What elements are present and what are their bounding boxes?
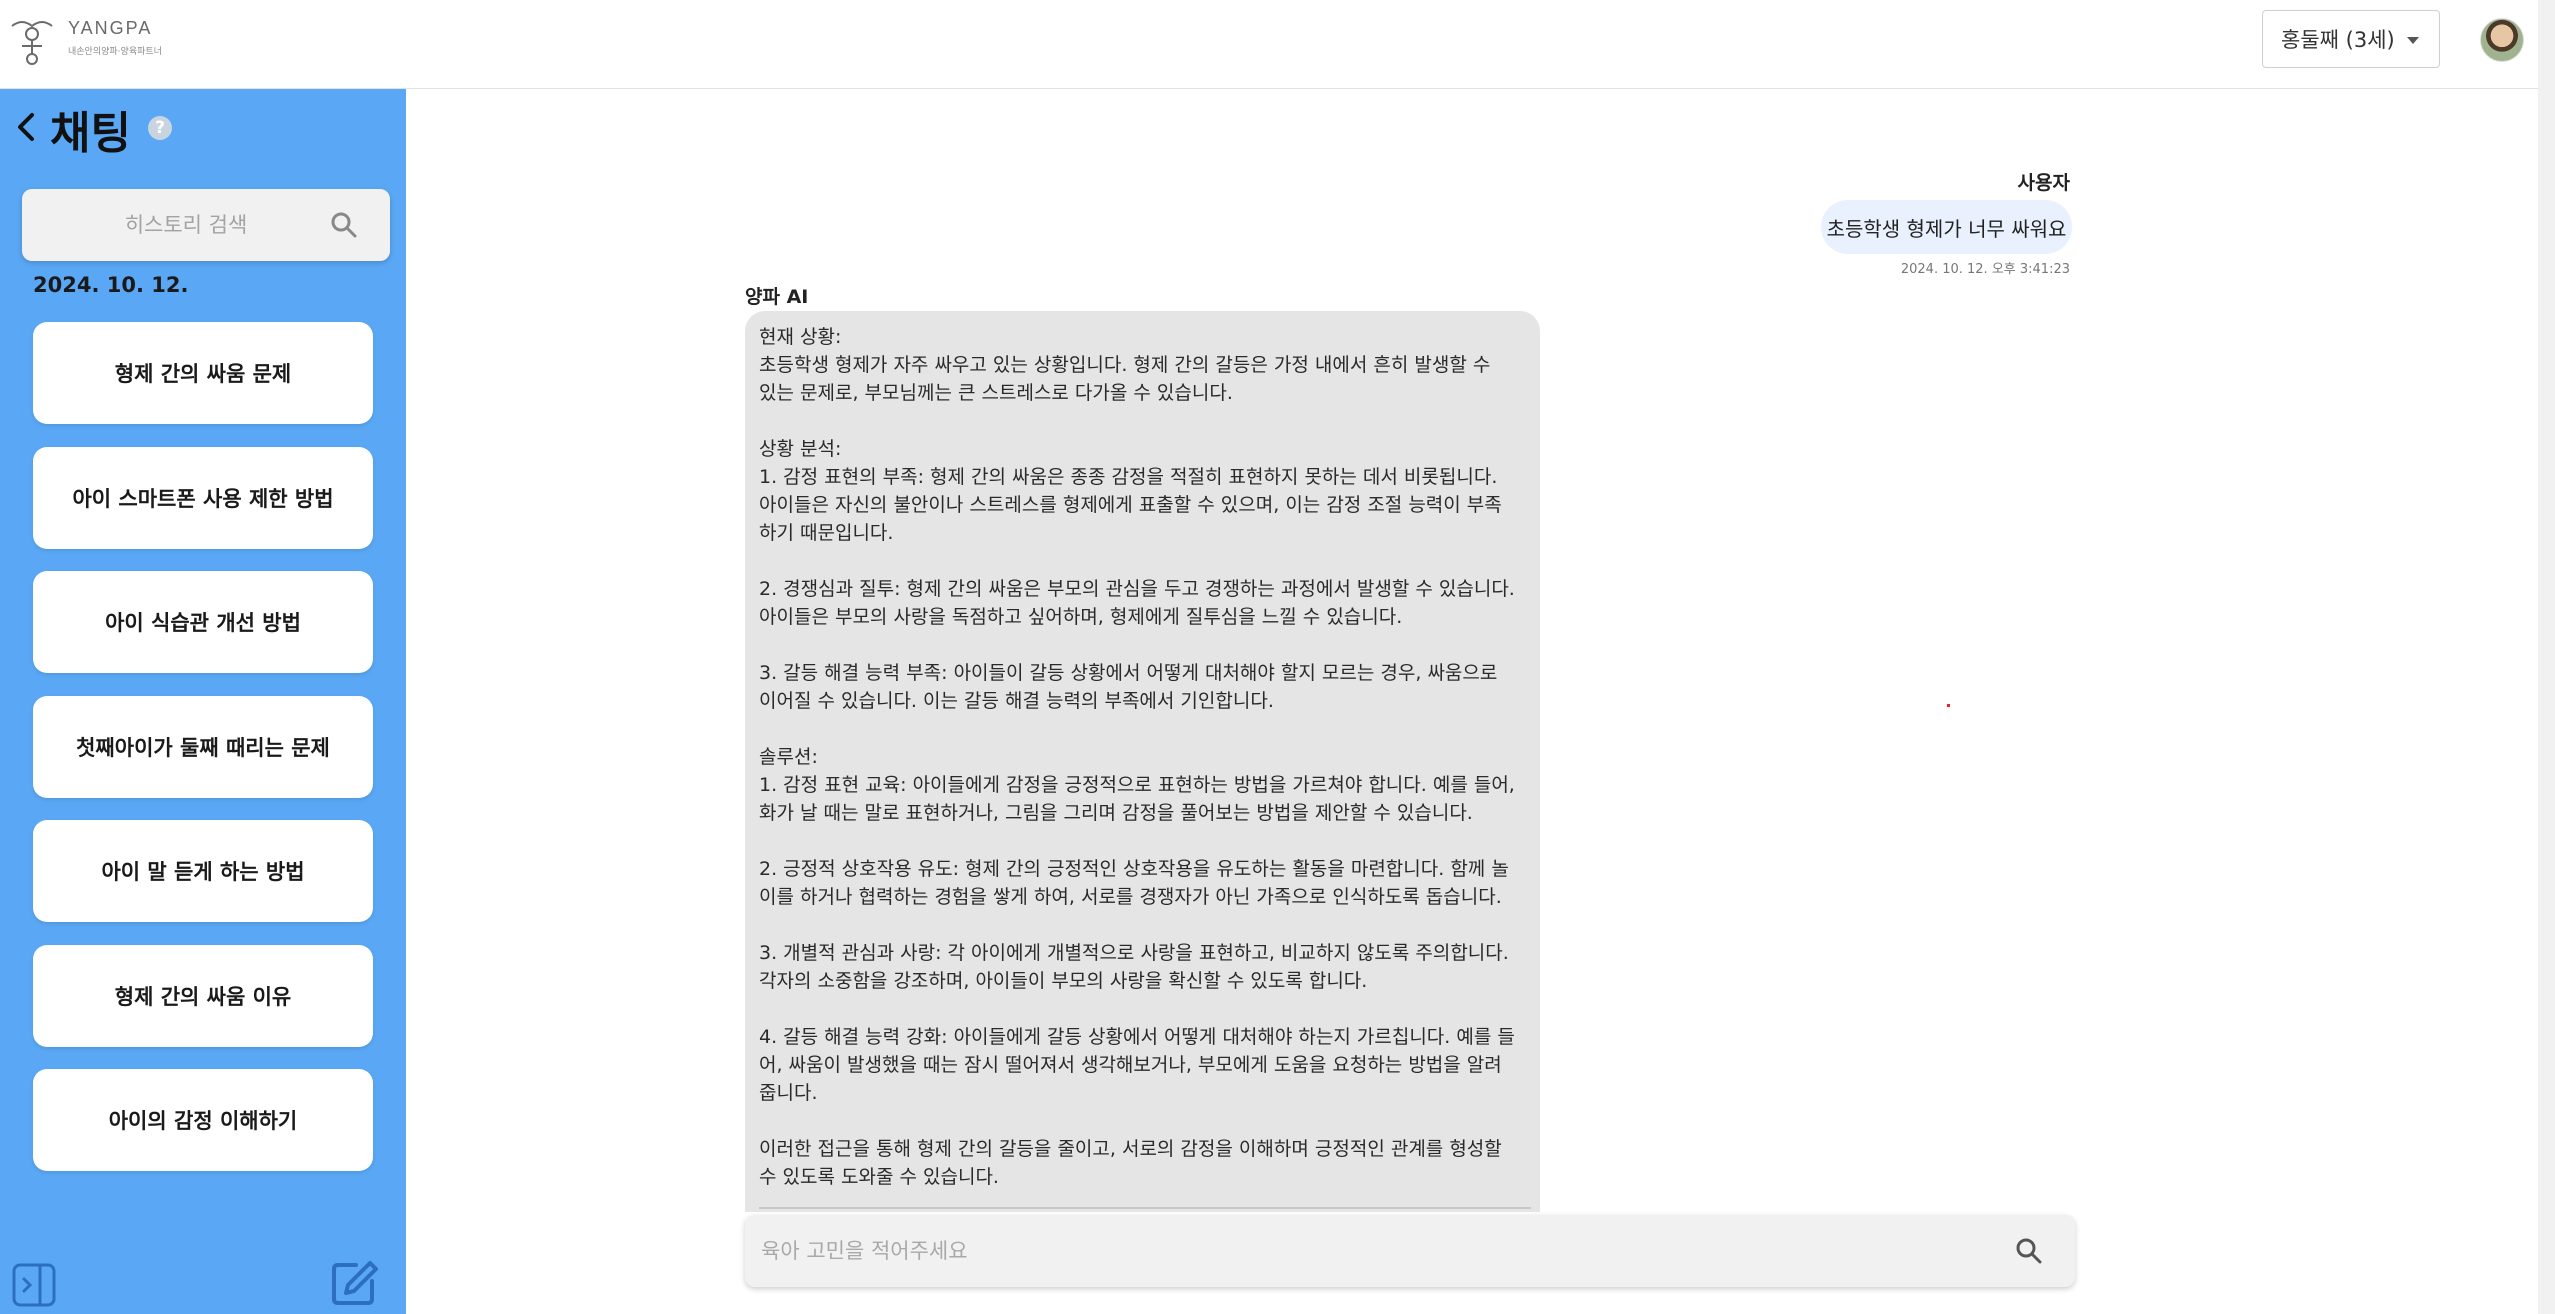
history-date: 2024. 10. 12. — [33, 273, 189, 297]
ai-message: 현재 상황: 초등학생 형제가 자주 싸우고 있는 상황입니다. 형제 간의 갈… — [745, 311, 1540, 1212]
history-item[interactable]: 아이 말 듣게 하는 방법 — [33, 820, 373, 922]
divider — [759, 1207, 1531, 1209]
top-header: YANGPA 내손안의양파·양육파트너 홍둘째 (3세) — [0, 0, 2538, 89]
history-item[interactable]: 아이 스마트폰 사용 제한 방법 — [33, 447, 373, 549]
ai-message-text: 현재 상황: 초등학생 형제가 자주 싸우고 있는 상황입니다. 형제 간의 갈… — [759, 326, 1515, 1188]
message-timestamp: 2024. 10. 12. 오후 3:41:23 — [1900, 262, 2070, 277]
search-icon[interactable] — [330, 211, 358, 239]
stray-dot — [1947, 704, 1950, 707]
history-item[interactable]: 형제 간의 싸움 문제 — [33, 322, 373, 424]
logo[interactable]: YANGPA 내손안의양파·양육파트너 — [8, 14, 168, 66]
child-select[interactable]: 홍둘째 (3세) — [2262, 10, 2440, 68]
logo-title: YANGPA — [68, 18, 153, 38]
history-item[interactable]: 첫째아이가 둘째 때리는 문제 — [33, 696, 373, 798]
sidebar: 채팅 ? 2024. 10. 12. 형제 간의 싸움 문제 아이 스마트폰 사… — [0, 89, 406, 1314]
search-icon[interactable] — [2015, 1237, 2043, 1265]
child-select-value: 홍둘째 (3세) — [2281, 28, 2395, 52]
edit-icon[interactable] — [330, 1259, 378, 1307]
history-search — [22, 189, 390, 261]
history-item[interactable]: 형제 간의 싸움 이유 — [33, 945, 373, 1047]
ai-name: 양파 AI — [745, 286, 809, 308]
page-scrollbar[interactable] — [2538, 0, 2555, 1314]
logo-icon — [11, 21, 53, 65]
page-title: 채팅 — [50, 108, 131, 159]
help-icon[interactable]: ? — [148, 116, 172, 140]
chat-input[interactable] — [745, 1215, 1985, 1287]
sidebar-toggle-icon[interactable] — [12, 1263, 56, 1307]
chat-composer — [745, 1215, 2075, 1287]
logo-subtitle: 내손안의양파·양육파트너 — [68, 47, 162, 57]
history-item[interactable]: 아이의 감정 이해하기 — [33, 1069, 373, 1171]
user-message: 초등학생 형제가 너무 싸워요 — [1821, 200, 2072, 254]
back-chevron-icon[interactable] — [10, 107, 42, 147]
history-item[interactable]: 아이 식습관 개선 방법 — [33, 571, 373, 673]
user-name: 사용자 — [2017, 172, 2070, 194]
avatar[interactable] — [2480, 18, 2524, 62]
caret-down-icon — [2407, 37, 2419, 44]
